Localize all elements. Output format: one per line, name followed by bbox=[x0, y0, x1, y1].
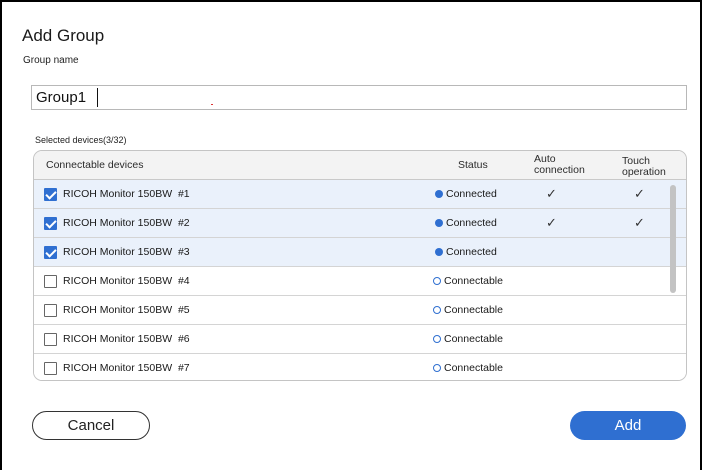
table-row[interactable]: RICOH Monitor 150BW #4 Connectable bbox=[34, 267, 686, 296]
checkbox-unchecked[interactable] bbox=[44, 304, 57, 317]
table-row[interactable]: RICOH Monitor 150BW #5 Connectable bbox=[34, 296, 686, 325]
cancel-button[interactable]: Cancel bbox=[32, 411, 150, 440]
text-caret bbox=[97, 88, 98, 107]
device-name: RICOH Monitor 150BW #4 bbox=[63, 275, 190, 287]
device-status: Connectable bbox=[433, 333, 503, 345]
device-status: Connected bbox=[435, 188, 497, 200]
touch-operation-check-icon: ✓ bbox=[634, 186, 645, 201]
checkbox-checked[interactable] bbox=[44, 217, 57, 230]
auto-connection-check-icon: ✓ bbox=[546, 186, 557, 201]
device-status: Connectable bbox=[433, 304, 503, 316]
device-status-label: Connected bbox=[446, 246, 497, 258]
table-row[interactable]: RICOH Monitor 150BW #2 Connected ✓ ✓ bbox=[34, 209, 686, 238]
connected-dot-icon bbox=[435, 189, 443, 198]
connected-dot-icon bbox=[435, 218, 443, 227]
table-row[interactable]: RICOH Monitor 150BW #1 Connected ✓ ✓ bbox=[34, 180, 686, 209]
touch-operation-check-icon: ✓ bbox=[634, 215, 645, 230]
device-status-label: Connectable bbox=[444, 333, 503, 345]
device-status: Connected bbox=[435, 246, 497, 258]
device-name: RICOH Monitor 150BW #7 bbox=[63, 362, 190, 374]
add-group-dialog: Add Group Group name Selected devices(3/… bbox=[0, 0, 702, 470]
devices-table: Connectable devices Status Auto connecti… bbox=[33, 150, 687, 381]
device-status-label: Connectable bbox=[444, 304, 503, 316]
device-name: RICOH Monitor 150BW #6 bbox=[63, 333, 190, 345]
device-name: RICOH Monitor 150BW #5 bbox=[63, 304, 190, 316]
device-status: Connectable bbox=[433, 362, 503, 374]
header-status: Status bbox=[458, 159, 488, 171]
table-header: Connectable devices Status Auto connecti… bbox=[34, 151, 686, 180]
checkbox-unchecked[interactable] bbox=[44, 333, 57, 346]
scrollbar-thumb[interactable] bbox=[670, 185, 676, 293]
table-body: RICOH Monitor 150BW #1 Connected ✓ ✓ RICOH M… bbox=[34, 180, 686, 380]
header-connectable-devices: Connectable devices bbox=[46, 159, 144, 171]
table-row[interactable]: RICOH Monitor 150BW #7 Connectable bbox=[34, 354, 686, 380]
checkbox-checked[interactable] bbox=[44, 188, 57, 201]
stray-mark bbox=[211, 104, 213, 105]
header-touch-operation: Touch operation bbox=[622, 156, 666, 177]
selected-devices-count: Selected devices(3/32) bbox=[35, 135, 127, 145]
dialog-title: Add Group bbox=[22, 26, 105, 45]
connectable-circle-icon bbox=[433, 305, 441, 314]
table-row[interactable]: RICOH Monitor 150BW #3 Connected bbox=[34, 238, 686, 267]
device-status: Connectable bbox=[433, 275, 503, 287]
connectable-circle-icon bbox=[433, 334, 441, 343]
device-status-label: Connectable bbox=[444, 275, 503, 287]
group-name-input[interactable] bbox=[31, 85, 687, 110]
header-auto-connection: Auto connection bbox=[534, 153, 585, 176]
device-status-label: Connected bbox=[446, 217, 497, 229]
checkbox-checked[interactable] bbox=[44, 246, 57, 259]
connectable-circle-icon bbox=[433, 276, 441, 285]
device-status-label: Connected bbox=[446, 188, 497, 200]
device-name: RICOH Monitor 150BW #2 bbox=[63, 217, 190, 229]
add-button[interactable]: Add bbox=[570, 411, 686, 440]
auto-connection-check-icon: ✓ bbox=[546, 215, 557, 230]
connected-dot-icon bbox=[435, 247, 443, 256]
device-status-label: Connectable bbox=[444, 362, 503, 374]
device-status: Connected bbox=[435, 217, 497, 229]
table-row[interactable]: RICOH Monitor 150BW #6 Connectable bbox=[34, 325, 686, 354]
device-name: RICOH Monitor 150BW #1 bbox=[63, 188, 190, 200]
group-name-label: Group name bbox=[23, 55, 79, 66]
device-name: RICOH Monitor 150BW #3 bbox=[63, 246, 190, 258]
connectable-circle-icon bbox=[433, 363, 441, 372]
checkbox-unchecked[interactable] bbox=[44, 362, 57, 375]
checkbox-unchecked[interactable] bbox=[44, 275, 57, 288]
